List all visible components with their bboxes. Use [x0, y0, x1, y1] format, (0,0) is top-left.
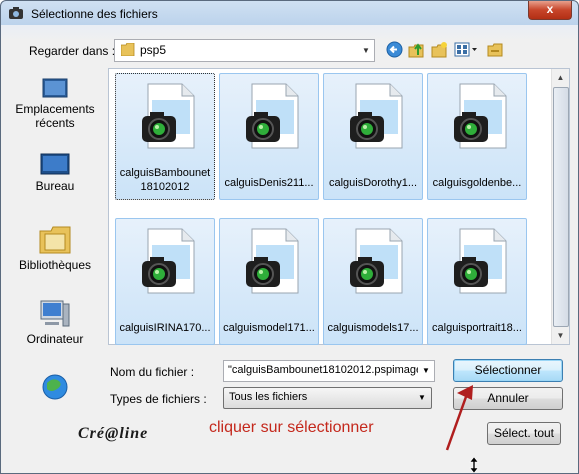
- place-recent[interactable]: Emplacements récents: [11, 78, 99, 130]
- scroll-down-icon[interactable]: ▼: [552, 327, 569, 344]
- file-label: calguisBambounet 18102012: [119, 167, 211, 193]
- file-tile[interactable]: calguismodels17...: [323, 218, 423, 345]
- instruction-annotation: cliquer sur sélectionner: [209, 419, 374, 436]
- back-icon[interactable]: [386, 41, 403, 58]
- look-in-value: psp5: [140, 43, 167, 57]
- arrow-annotation-icon: [445, 385, 473, 451]
- file-dialog: Sélectionne des fichiers x Regarder dans…: [0, 0, 579, 474]
- computer-icon: [40, 300, 70, 327]
- filetype-value: Tous les fichiers: [229, 391, 308, 403]
- file-tile[interactable]: calguisgoldenbe...: [427, 73, 527, 200]
- desktop-icon: [40, 153, 70, 175]
- select-all-button[interactable]: Sélect. tout: [487, 422, 561, 445]
- vertical-scrollbar[interactable]: ▲ ▼: [551, 69, 569, 344]
- chevron-down-icon[interactable]: ▼: [415, 388, 429, 408]
- folder-icon[interactable]: [487, 41, 504, 58]
- place-label: Bureau: [35, 179, 75, 193]
- scroll-up-icon[interactable]: ▲: [552, 69, 569, 86]
- place-label: Emplacements récents: [15, 102, 95, 130]
- file-tile[interactable]: calguisportrait18...: [427, 218, 527, 345]
- place-label: Ordinateur: [26, 332, 84, 346]
- new-folder-icon[interactable]: [431, 41, 448, 58]
- file-label: calguisDenis211...: [224, 177, 314, 189]
- chevron-down-icon[interactable]: ▼: [358, 40, 374, 61]
- recent-places-icon: [42, 78, 68, 98]
- image-file-icon: [454, 83, 507, 149]
- libraries-icon: [39, 226, 71, 254]
- place-libraries[interactable]: Bibliothèques: [11, 226, 99, 272]
- up-folder-icon[interactable]: [408, 41, 425, 58]
- look-in-label: Regarder dans :: [29, 44, 116, 58]
- title-bar: Sélectionne des fichiers x: [1, 1, 578, 27]
- file-tile[interactable]: calguismodel171...: [219, 218, 319, 345]
- filetype-select[interactable]: Tous les fichiers ▼: [223, 387, 432, 409]
- signature: Cré@line: [78, 425, 149, 442]
- file-tile[interactable]: calguisIRINA170...: [115, 218, 215, 345]
- image-file-icon: [350, 83, 403, 149]
- place-network[interactable]: [11, 373, 99, 405]
- scrollbar-thumb[interactable]: [553, 87, 569, 327]
- image-file-icon: [454, 228, 507, 294]
- place-label: Bibliothèques: [18, 258, 92, 272]
- image-file-icon: [246, 83, 299, 149]
- place-desktop[interactable]: Bureau: [11, 153, 99, 193]
- file-label: calguismodel171...: [223, 322, 315, 334]
- filetype-label: Types de fichiers :: [110, 392, 207, 406]
- image-file-icon: [246, 228, 299, 294]
- file-label: calguismodels17...: [327, 322, 419, 334]
- filename-label: Nom du fichier :: [110, 365, 195, 379]
- file-list[interactable]: calguisBambounet 18102012 calguisDenis21…: [108, 68, 570, 345]
- close-button[interactable]: x: [528, 1, 572, 20]
- image-file-icon: [142, 83, 195, 149]
- look-in-combo[interactable]: psp5 ▼: [114, 39, 375, 62]
- chevron-down-icon[interactable]: ▼: [418, 361, 434, 381]
- file-tile[interactable]: calguisDenis211...: [219, 73, 319, 200]
- file-tile[interactable]: calguisDorothy1...: [323, 73, 423, 200]
- file-label: calguisportrait18...: [432, 322, 522, 334]
- cursor-icon: [469, 457, 479, 473]
- network-icon: [42, 374, 68, 400]
- place-computer[interactable]: Ordinateur: [11, 300, 99, 346]
- file-label: calguisIRINA170...: [119, 322, 211, 334]
- filename-value: "calguisBambounet18102012.pspimage: [228, 364, 423, 376]
- file-tile[interactable]: calguisBambounet 18102012: [115, 73, 215, 200]
- filename-input[interactable]: "calguisBambounet18102012.pspimage ▼: [223, 360, 435, 382]
- places-bar: Emplacements récents Bureau Bibliothèque…: [11, 67, 99, 471]
- folder-icon: [121, 43, 135, 56]
- file-label: calguisgoldenbe...: [432, 177, 522, 189]
- views-menu-icon[interactable]: [454, 41, 478, 58]
- window-title: Sélectionne des fichiers: [31, 7, 158, 21]
- image-file-icon: [350, 228, 403, 294]
- image-file-icon: [142, 228, 195, 294]
- select-button[interactable]: Sélectionner: [453, 359, 563, 382]
- camera-icon: [9, 7, 23, 19]
- file-label: calguisDorothy1...: [328, 177, 418, 189]
